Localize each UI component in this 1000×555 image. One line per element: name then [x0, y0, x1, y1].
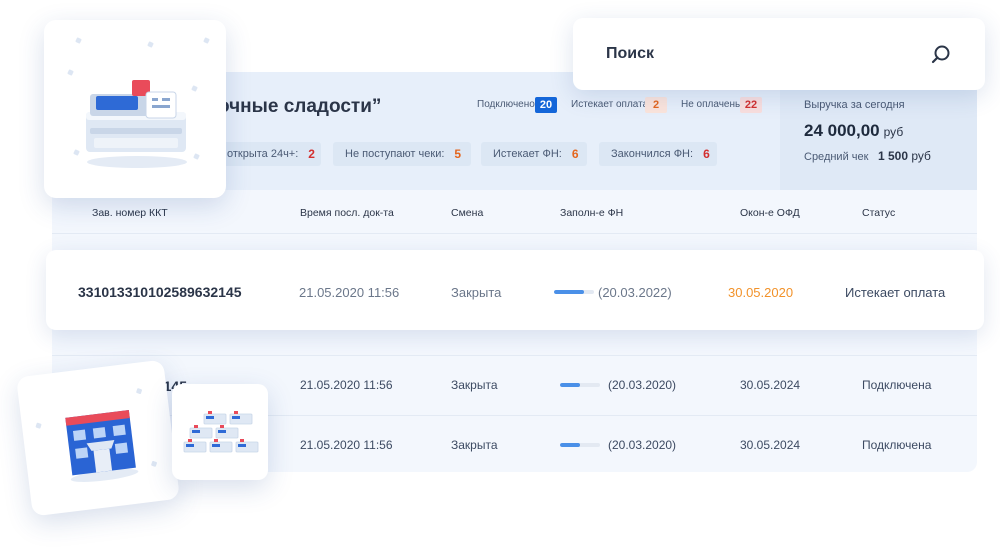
row-status: Истекает оплата: [845, 285, 946, 300]
col-status[interactable]: Статус: [862, 207, 895, 219]
chip-fn-expiring[interactable]: Истекает ФН: 6: [481, 142, 587, 166]
row-shift: Закрыта: [451, 285, 502, 300]
stat-unpaid-label: Не оплачены: [681, 99, 743, 110]
chip-label: Закончился ФН:: [611, 148, 694, 160]
revenue-unit: руб: [883, 125, 904, 139]
search-icon[interactable]: [930, 44, 952, 66]
col-last-doc[interactable]: Время посл. док-та: [300, 207, 394, 219]
row-serial: 3310133101025896321​45: [78, 284, 242, 300]
row-fn-progress: [560, 383, 600, 387]
revenue-value-line: 24 000,00 руб: [804, 121, 903, 141]
row-fn-date: (20.03.2020): [608, 438, 677, 452]
revenue-value: 24 000,00: [804, 121, 880, 140]
stat-connected-label: Подключено: [477, 99, 535, 110]
row-ofd-end: 30.05.2020: [728, 285, 794, 300]
row-fn-date: (20.03.2022): [598, 285, 672, 300]
store-card: [16, 359, 180, 517]
chip-label: Истекает ФН:: [493, 148, 562, 160]
stat-connected-badge[interactable]: 20: [535, 97, 557, 113]
col-fn-fill[interactable]: Заполн-е ФН: [560, 207, 623, 219]
avg-check-label: Средний чек: [804, 151, 869, 163]
chip-label: Не поступают чеки:: [345, 148, 445, 160]
chip-no-receipts[interactable]: Не поступают чеки: 5: [333, 142, 471, 166]
col-ofd-end[interactable]: Окон-е ОФД: [740, 207, 800, 219]
row-shift: Закрыта: [451, 378, 498, 392]
col-serial[interactable]: Зав. номер ККТ: [92, 207, 168, 219]
stat-expiring-label: Истекает оплата: [571, 99, 649, 110]
row-fn-progress: [554, 290, 594, 294]
col-shift[interactable]: Смена: [451, 207, 483, 219]
avg-check-unit: руб: [911, 149, 931, 163]
multiple-registers-icon: [183, 411, 259, 453]
row-status: Подключена: [862, 438, 932, 452]
row-ofd-end: 30.05.2024: [740, 378, 801, 392]
cash-register-card: [44, 20, 226, 198]
row-fn-progress: [560, 443, 600, 447]
row-shift: Закрыта: [451, 438, 498, 452]
row-last-doc: 21.05.2020 11:56: [300, 438, 393, 452]
chip-count: 2: [308, 147, 315, 161]
cash-register-icon: [86, 80, 187, 168]
row-status: Подключена: [862, 378, 932, 392]
row-last-doc: 21.05.2020 11:56: [300, 378, 393, 392]
row-last-doc: 21.05.2020 11:56: [299, 285, 400, 300]
chip-fn-ended[interactable]: Закончился ФН: 6: [599, 142, 717, 166]
chip-count: 5: [454, 147, 462, 161]
chip-shift-open[interactable]: открыта 24ч+: 2: [215, 142, 321, 166]
progress-fill: [554, 290, 584, 294]
stat-unpaid-badge[interactable]: 22: [740, 97, 762, 113]
store-title: очные сладости”: [218, 96, 382, 117]
row-ofd-end: 30.05.2024: [740, 438, 801, 452]
store-building-icon: [65, 410, 139, 482]
stat-expiring-badge[interactable]: 2: [645, 97, 667, 113]
chip-count: 6: [571, 147, 579, 161]
chip-count: 6: [703, 147, 710, 161]
avg-check-line: 1 500 руб: [878, 149, 931, 163]
progress-fill: [560, 383, 580, 387]
revenue-label: Выручка за сегодня: [804, 99, 905, 111]
header-divider: [52, 233, 977, 234]
avg-check-value: 1 500: [878, 149, 909, 163]
progress-fill: [560, 443, 580, 447]
registers-card: [172, 384, 268, 480]
search-input[interactable]: [596, 38, 916, 70]
chip-label: открыта 24ч+:: [227, 148, 299, 160]
row-fn-date: (20.03.2020): [608, 378, 677, 392]
